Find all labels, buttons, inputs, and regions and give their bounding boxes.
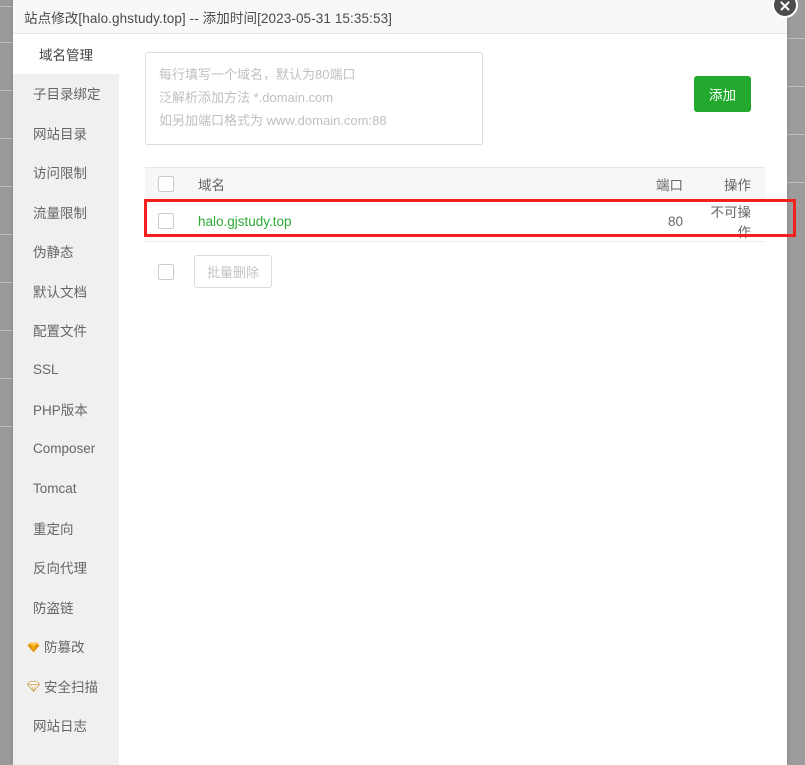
domain-link[interactable]: halo.gjstudy.top xyxy=(198,214,292,229)
domain-manage-panel: 添加 域名 端口 操作 xyxy=(119,34,796,765)
sidebar-item-traffic-limit[interactable]: 流量限制 xyxy=(13,192,119,232)
sidebar-item-website-directory[interactable]: 网站目录 xyxy=(13,113,119,153)
sidebar-item-label: 反向代理 xyxy=(33,561,87,577)
dialog-body: 域名管理 子目录绑定 网站目录 访问限制 流量限制 伪静态 默认文档 配置文件 xyxy=(13,34,796,765)
site-edit-dialog: 站点修改[halo.ghstudy.top] -- 添加时间[2023-05-3… xyxy=(13,0,796,765)
backdrop-rule xyxy=(0,426,13,427)
backdrop-rule xyxy=(0,90,13,91)
domain-table-body: halo.gjstudy.top 80 不可操作 xyxy=(145,200,765,242)
sidebar-item-domain-manage[interactable]: 域名管理 xyxy=(13,34,119,74)
sidebar-item-reverse-proxy[interactable]: 反向代理 xyxy=(13,548,119,588)
port-column-header: 端口 xyxy=(625,167,695,201)
row-port-cell: 80 xyxy=(625,200,695,242)
sidebar-item-anti-tamper[interactable]: 防篡改 xyxy=(13,627,119,667)
backdrop-rule xyxy=(0,42,13,43)
sidebar-item-label: 伪静态 xyxy=(33,245,74,261)
dialog-header: 站点修改[halo.ghstudy.top] -- 添加时间[2023-05-3… xyxy=(13,0,787,34)
sidebar-item-label: 网站日志 xyxy=(33,719,87,735)
domain-column-header: 域名 xyxy=(186,167,625,201)
sidebar-item-label: 子目录绑定 xyxy=(33,87,101,103)
sidebar-item-label: 网站目录 xyxy=(33,126,87,142)
sidebar-item-label: 流量限制 xyxy=(33,205,87,221)
sidebar-item-label: 配置文件 xyxy=(33,324,87,340)
backdrop-rule xyxy=(0,138,13,139)
dialog-sidebar: 域名管理 子目录绑定 网站目录 访问限制 流量限制 伪静态 默认文档 配置文件 xyxy=(13,34,119,765)
backdrop-rule xyxy=(0,6,13,7)
sidebar-item-label: 安全扫描 xyxy=(44,679,98,695)
gem-gold-icon xyxy=(27,641,40,653)
row-domain-cell: halo.gjstudy.top xyxy=(186,200,625,242)
add-button[interactable]: 添加 xyxy=(694,76,751,112)
add-domain-row: 添加 xyxy=(145,52,765,145)
gem-pale-icon xyxy=(26,680,41,693)
sidebar-item-label: 访问限制 xyxy=(33,166,87,182)
table-header-row: 域名 端口 操作 xyxy=(145,167,765,201)
sidebar-item-access-restriction[interactable]: 访问限制 xyxy=(13,153,119,193)
sidebar-item-label: 防盗链 xyxy=(33,600,74,616)
backdrop-rule xyxy=(0,282,13,283)
row-checkbox[interactable] xyxy=(158,213,174,230)
sidebar-item-label: Tomcat xyxy=(33,480,77,496)
sidebar-item-label: Composer xyxy=(33,441,96,457)
sidebar-item-label: 域名管理 xyxy=(39,47,93,63)
sidebar-item-label: 重定向 xyxy=(33,521,74,537)
sidebar-item-label: SSL xyxy=(33,362,59,378)
backdrop-rule xyxy=(787,134,805,135)
backdrop-rule xyxy=(0,186,13,187)
backdrop-rule xyxy=(787,182,805,183)
backdrop-rule xyxy=(787,38,805,39)
backdrop-strip-right xyxy=(787,0,805,765)
select-all-header xyxy=(145,167,186,201)
backdrop-rule xyxy=(0,330,13,331)
row-operation-cell: 不可操作 xyxy=(695,200,765,242)
sidebar-item-label: 默认文档 xyxy=(33,284,87,300)
sidebar-item-ssl[interactable]: SSL xyxy=(13,350,119,390)
bulk-select-checkbox[interactable] xyxy=(158,263,174,280)
sidebar-item-default-document[interactable]: 默认文档 xyxy=(13,271,119,311)
domain-input[interactable] xyxy=(145,52,483,145)
operation-column-header: 操作 xyxy=(695,167,765,201)
domain-table-wrapper: 域名 端口 操作 halo.gjstudy.top 80 不可操作 xyxy=(144,167,796,242)
sidebar-item-composer[interactable]: Composer xyxy=(13,429,119,469)
sidebar-item-label: PHP版本 xyxy=(33,403,88,419)
bulk-action-row: 批量删除 xyxy=(145,255,765,288)
sidebar-item-label: 防篡改 xyxy=(44,640,85,656)
sidebar-item-security-scan[interactable]: 安全扫描 xyxy=(13,666,119,706)
bulk-delete-button[interactable]: 批量删除 xyxy=(194,255,273,288)
sidebar-item-redirect[interactable]: 重定向 xyxy=(13,508,119,548)
sidebar-item-tomcat[interactable]: Tomcat xyxy=(13,469,119,509)
domain-table: 域名 端口 操作 halo.gjstudy.top 80 不可操作 xyxy=(145,167,765,242)
sidebar-item-anti-leech[interactable]: 防盗链 xyxy=(13,587,119,627)
sidebar-item-config-file[interactable]: 配置文件 xyxy=(13,311,119,351)
backdrop-strip-left xyxy=(0,0,13,765)
sidebar-item-website-log[interactable]: 网站日志 xyxy=(13,706,119,746)
sidebar-item-rewrite[interactable]: 伪静态 xyxy=(13,232,119,272)
backdrop-rule xyxy=(0,234,13,235)
backdrop-rule xyxy=(0,378,13,379)
page-title: 站点修改[halo.ghstudy.top] -- 添加时间[2023-05-3… xyxy=(24,10,393,26)
select-all-checkbox[interactable] xyxy=(158,176,174,193)
row-select-cell xyxy=(145,200,186,242)
sidebar-item-subdirectory-binding[interactable]: 子目录绑定 xyxy=(13,74,119,114)
sidebar-item-php-version[interactable]: PHP版本 xyxy=(13,390,119,430)
backdrop-rule xyxy=(787,86,805,87)
domain-table-head: 域名 端口 操作 xyxy=(145,167,765,201)
table-row: halo.gjstudy.top 80 不可操作 xyxy=(145,200,765,242)
